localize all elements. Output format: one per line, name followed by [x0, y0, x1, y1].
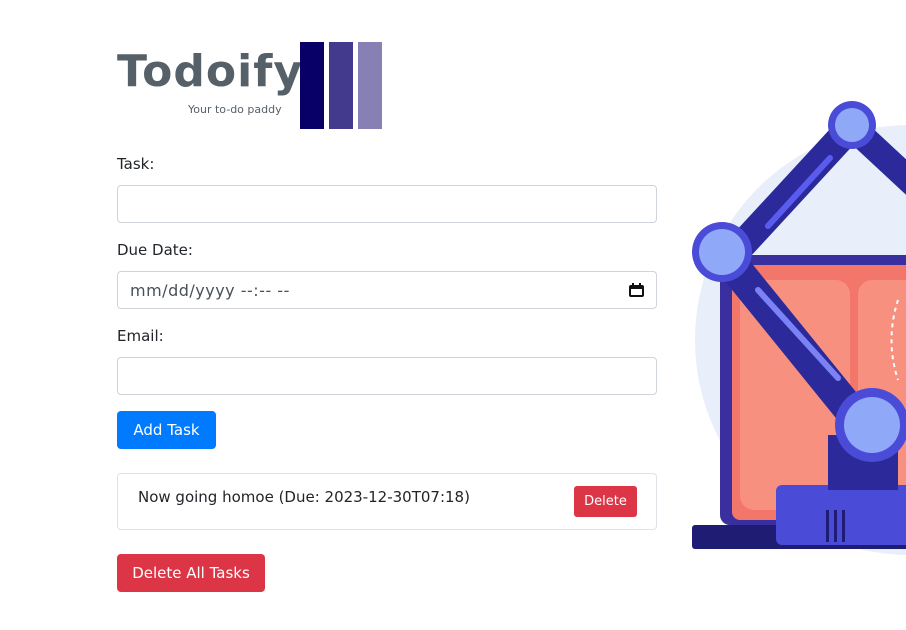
calendar-icon[interactable] — [629, 283, 644, 297]
delete-task-button[interactable]: Delete — [574, 486, 637, 517]
email-input[interactable] — [117, 357, 657, 395]
task-list-item: Now going homoe (Due: 2023-12-30T07:18) … — [117, 473, 657, 530]
task-label: Task: — [117, 155, 155, 173]
logo: Todoify Your to-do paddy — [117, 42, 387, 130]
due-date-placeholder: mm/dd/yyyy --:-- -- — [130, 280, 290, 300]
task-text: Now going homoe (Due: 2023-12-30T07:18) — [138, 488, 470, 506]
add-task-button[interactable]: Add Task — [117, 411, 216, 449]
due-date-input[interactable]: mm/dd/yyyy --:-- -- — [117, 271, 657, 309]
robot-arm-illustration — [692, 101, 906, 555]
logo-bar-mid — [329, 42, 353, 129]
task-input[interactable] — [117, 185, 657, 223]
email-label: Email: — [117, 327, 164, 345]
logo-bar-dark — [300, 42, 324, 129]
logo-subtitle: Your to-do paddy — [188, 103, 282, 116]
delete-all-tasks-button[interactable]: Delete All Tasks — [117, 554, 265, 592]
logo-bar-light — [358, 42, 382, 129]
logo-title: Todoify — [117, 46, 304, 97]
due-date-label: Due Date: — [117, 241, 193, 259]
